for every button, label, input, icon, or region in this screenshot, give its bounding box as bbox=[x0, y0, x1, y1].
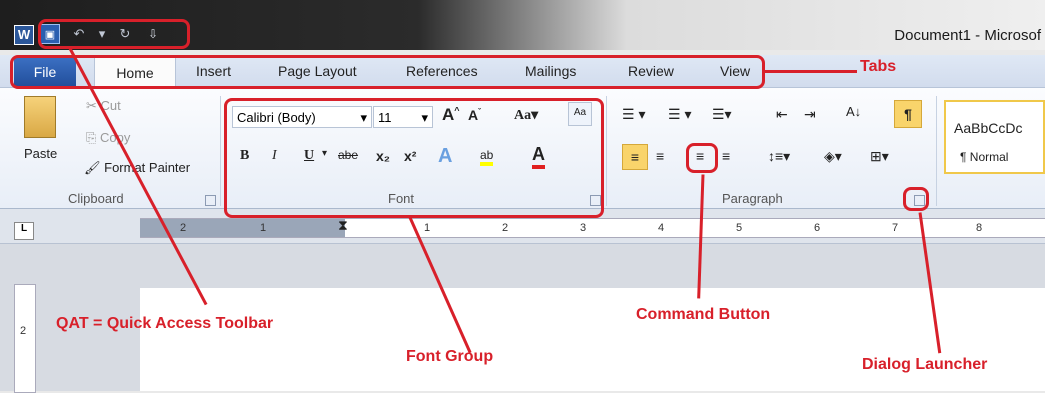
justify-icon[interactable]: ≡ bbox=[722, 148, 730, 164]
line-spacing-icon[interactable]: ↕≡▾ bbox=[768, 148, 790, 165]
bullets-icon[interactable]: ☰ ▾ bbox=[622, 106, 645, 123]
paste-button-label[interactable]: Paste bbox=[24, 146, 57, 161]
style-name: ¶ Normal bbox=[960, 150, 1009, 164]
multilevel-list-icon[interactable]: ☰▾ bbox=[712, 106, 732, 123]
qat-callout: QAT = Quick Access Toolbar bbox=[56, 315, 274, 332]
sort-icon[interactable]: A↓ bbox=[846, 104, 861, 119]
decrease-indent-icon[interactable]: ⇤ bbox=[776, 106, 788, 123]
clipboard-dialog-launcher-icon[interactable] bbox=[205, 195, 216, 206]
ruler-tick: 4 bbox=[658, 222, 665, 234]
horizontal-ruler[interactable]: 2 1 ⧗ 1 2 3 4 5 6 7 8 bbox=[140, 217, 1045, 238]
ruler-tick: 8 bbox=[976, 222, 983, 234]
command-button-callout: Command Button bbox=[636, 306, 771, 323]
style-preview: AaBbCcDc bbox=[954, 120, 1023, 136]
word-app-icon[interactable]: W bbox=[14, 25, 34, 45]
style-normal[interactable]: AaBbCcDc ¶ Normal bbox=[944, 100, 1045, 174]
paste-icon[interactable] bbox=[24, 96, 56, 138]
dialog-launcher-callout: Dialog Launcher bbox=[862, 356, 988, 373]
increase-indent-icon[interactable]: ⇥ bbox=[804, 106, 816, 123]
ruler-tick: 1 bbox=[260, 222, 267, 234]
shading-icon[interactable]: ◈▾ bbox=[824, 148, 842, 165]
tabs-arrow bbox=[765, 70, 857, 73]
ruler-tick: 3 bbox=[580, 222, 587, 234]
paragraph-group-label: Paragraph bbox=[722, 191, 783, 206]
ruler-tick: 6 bbox=[814, 222, 821, 234]
dialog-launcher-highlight bbox=[903, 187, 929, 211]
show-formatting-marks-button[interactable]: ¶ bbox=[894, 100, 922, 128]
command-button-highlight bbox=[686, 143, 718, 173]
ruler-tick: 1 bbox=[424, 222, 431, 234]
align-left-icon[interactable]: ≡ bbox=[622, 144, 648, 170]
ruler-tick: 2 bbox=[180, 222, 187, 234]
tab-selector-button[interactable]: L bbox=[14, 222, 34, 240]
clipboard-group-label: Clipboard bbox=[68, 191, 124, 206]
vruler-tick: 2 bbox=[20, 325, 27, 337]
document-page[interactable] bbox=[140, 288, 1045, 391]
qat-highlight bbox=[38, 19, 190, 49]
indent-marker-icon[interactable]: ⧗ bbox=[338, 217, 348, 234]
ruler-tick: 7 bbox=[892, 222, 899, 234]
ruler-tick: 2 bbox=[502, 222, 509, 234]
numbering-icon[interactable]: ☰ ▾ bbox=[668, 106, 691, 123]
copy-button[interactable]: ⎘ Copy bbox=[86, 130, 130, 146]
ruler-tick: 5 bbox=[736, 222, 743, 234]
borders-icon[interactable]: ⊞▾ bbox=[870, 148, 889, 165]
tabs-callout: Tabs bbox=[860, 58, 897, 75]
align-center-icon[interactable]: ≡ bbox=[656, 148, 664, 164]
format-painter-label: Format Painter bbox=[104, 160, 191, 175]
font-group-highlight bbox=[224, 98, 604, 218]
font-group-callout: Font Group bbox=[406, 348, 494, 365]
window-title: Document1 - Microsof bbox=[894, 27, 1041, 44]
vertical-ruler[interactable]: 2 bbox=[14, 284, 36, 393]
tabs-highlight bbox=[10, 55, 765, 89]
